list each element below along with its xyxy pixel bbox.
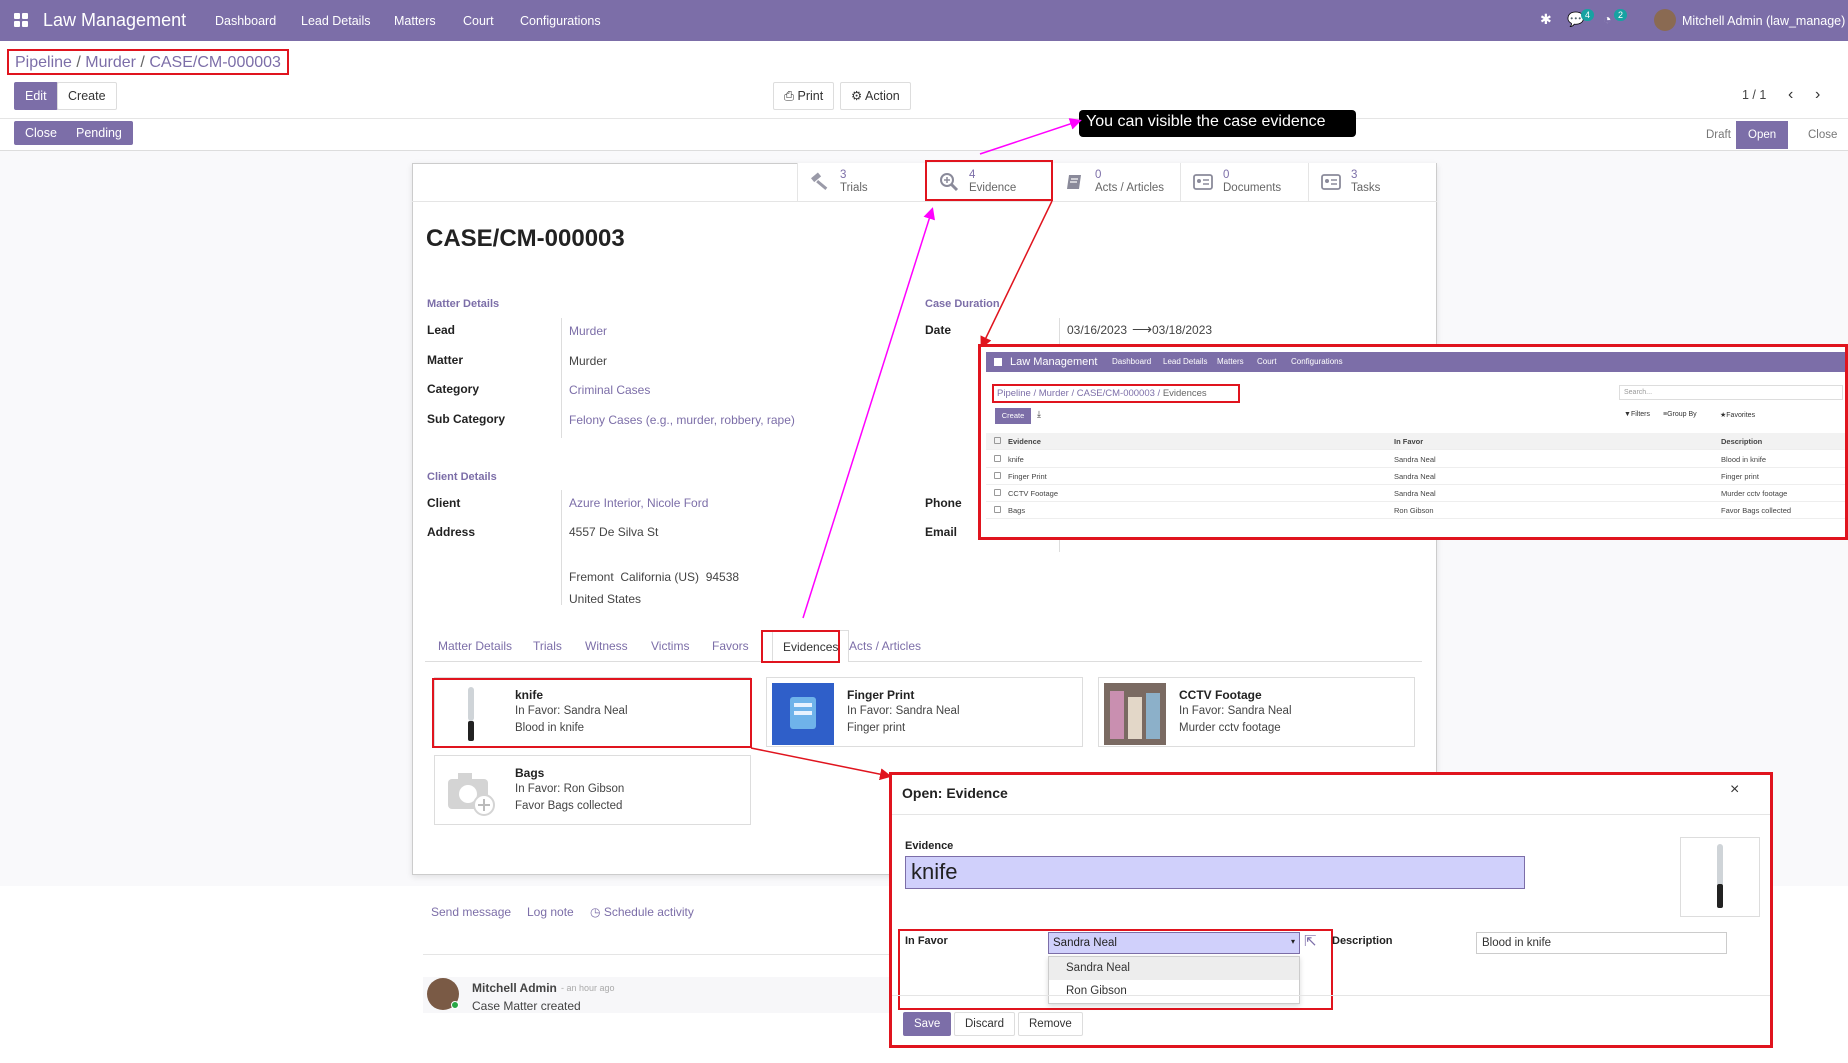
- inset-menu-dashboard: Dashboard: [1112, 357, 1152, 366]
- in-favor-selected: Sandra Neal: [1053, 937, 1117, 949]
- inset-brand: Law Management: [1010, 356, 1098, 368]
- modal-description-input[interactable]: Blood in knife: [1476, 932, 1727, 954]
- inset-crumb-current: Evidences: [1162, 388, 1207, 399]
- inset-navbar: Law Management Dashboard Lead Details Ma…: [986, 352, 1845, 372]
- inset-favorites: ★Favorites: [1720, 412, 1756, 419]
- inset-select-all-checkbox: [994, 437, 1001, 444]
- inset-row-checkbox: [994, 455, 1001, 462]
- inset-cell-description: Murder cctv footage: [1721, 489, 1788, 498]
- dropdown-option-ron[interactable]: Ron Gibson: [1049, 980, 1299, 1003]
- external-link-icon[interactable]: ⇱: [1304, 932, 1317, 950]
- inset-row-checkbox: [994, 472, 1001, 479]
- inset-filters-label: Filters: [1630, 411, 1650, 418]
- inset-cell-favor: Sandra Neal: [1394, 472, 1436, 481]
- card-to-modal-arrow: [750, 747, 892, 781]
- inset-cell-evidence: CCTV Footage: [1008, 489, 1059, 498]
- inset-search-input: Search...: [1619, 385, 1843, 400]
- inset-favorites-label: Favorites: [1726, 412, 1756, 419]
- inset-menu-configurations: Configurations: [1291, 357, 1343, 366]
- inset-crumb-pipeline: Pipeline: [997, 388, 1031, 399]
- modal-close-icon[interactable]: ×: [1730, 781, 1739, 799]
- inset-cell-evidence: Bags: [1008, 506, 1026, 515]
- inset-menu-lead-details: Lead Details: [1163, 357, 1208, 366]
- inset-table-row: Finger Print Sandra Neal Finger print: [986, 468, 1845, 485]
- modal-in-favor-select[interactable]: Sandra Neal ▾: [1048, 932, 1300, 954]
- inset-table-row: CCTV Footage Sandra Neal Murder cctv foo…: [986, 485, 1845, 502]
- inset-download-icon: ⤓: [1037, 409, 1041, 419]
- inset-breadcrumb: Pipeline / Murder / CASE/CM-000003 / Evi…: [992, 384, 1240, 403]
- inset-table-row: Bags Ron Gibson Favor Bags collected: [986, 502, 1845, 519]
- modal-evidence-label: Evidence: [905, 840, 954, 852]
- inset-crumb-case: CASE/CM-000003: [1076, 388, 1155, 399]
- inset-row-checkbox: [994, 506, 1001, 513]
- dropdown-option-sandra[interactable]: Sandra Neal: [1049, 957, 1299, 980]
- evidence-list-screenshot: Law Management Dashboard Lead Details Ma…: [978, 344, 1848, 540]
- inset-cell-description: Finger print: [1721, 472, 1759, 481]
- inset-col-evidence: Evidence: [1008, 437, 1041, 446]
- inset-create-button: Create: [995, 408, 1031, 424]
- inset-cell-evidence: Finger Print: [1008, 472, 1047, 481]
- inset-filters: ▼Filters: [1624, 411, 1650, 418]
- inset-col-description: Description: [1721, 437, 1763, 446]
- inset-cell-favor: Sandra Neal: [1394, 455, 1436, 464]
- inset-cell-description: Blood in knife: [1721, 455, 1767, 464]
- inset-crumb-murder: Murder: [1038, 388, 1069, 399]
- modal-remove-button[interactable]: Remove: [1018, 1012, 1083, 1036]
- inset-menu-matters: Matters: [1217, 357, 1244, 366]
- inset-menu-court: Court: [1257, 357, 1277, 366]
- inset-app-grid-icon: [994, 358, 1002, 366]
- modal-description-label: Description: [1332, 935, 1393, 947]
- inset-group-by: ≡Group By: [1663, 411, 1697, 418]
- button-to-list-arrow: [980, 200, 1053, 349]
- modal-evidence-image[interactable]: [1680, 837, 1760, 917]
- inset-table-header: Evidence In Favor Description: [986, 433, 1845, 450]
- inset-cell-description: Favor Bags collected: [1721, 506, 1792, 515]
- tab-to-button-arrow: [802, 207, 936, 619]
- modal-save-button[interactable]: Save: [903, 1012, 952, 1036]
- modal-in-favor-label: In Favor: [905, 935, 948, 947]
- inset-col-in-favor: In Favor: [1394, 437, 1424, 446]
- inset-table-row: knife Sandra Neal Blood in knife: [986, 451, 1845, 468]
- inset-row-checkbox: [994, 489, 1001, 496]
- inset-group-by-label: Group By: [1667, 411, 1697, 418]
- inset-cell-favor: Sandra Neal: [1394, 489, 1436, 498]
- knife-thumbnail: [1717, 844, 1723, 908]
- modal-title: Open: Evidence: [902, 785, 1008, 801]
- modal-evidence-input[interactable]: knife: [905, 856, 1525, 889]
- modal-discard-button[interactable]: Discard: [954, 1012, 1015, 1036]
- tooltip-arrow: [979, 118, 1082, 155]
- chevron-down-icon: ▾: [1290, 937, 1295, 946]
- inset-cell-evidence: knife: [1008, 455, 1024, 464]
- inset-cell-favor: Ron Gibson: [1394, 506, 1434, 515]
- in-favor-dropdown: Sandra Neal Ron Gibson: [1048, 956, 1300, 1004]
- evidence-modal: Open: Evidence × Evidence knife In Favor…: [889, 772, 1773, 1048]
